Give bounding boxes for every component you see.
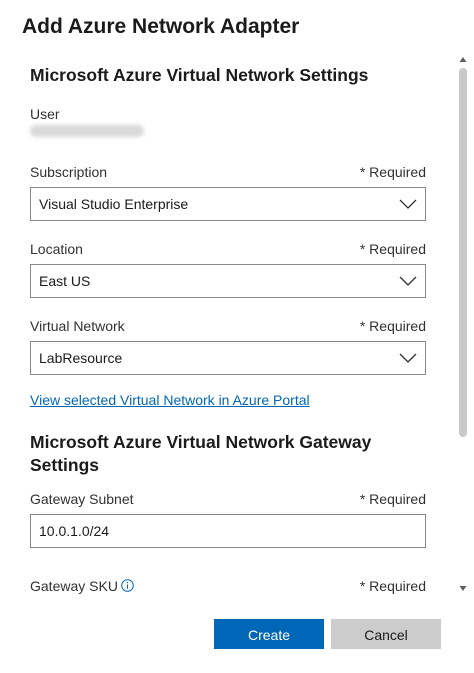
gateway-subnet-label: Gateway Subnet (30, 491, 134, 507)
gateway-sku-required: * Required (359, 578, 426, 594)
virtual-network-required: * Required (359, 318, 426, 334)
content-scrollbar[interactable] (456, 52, 470, 596)
gateway-subnet-input[interactable]: 10.0.1.0/24 (30, 514, 426, 548)
gateway-settings-heading: Microsoft Azure Virtual Network Gateway … (30, 432, 372, 475)
add-azure-network-adapter-dialog: Add Azure Network Adapter Microsoft Azur… (0, 0, 474, 673)
virtual-network-label: Virtual Network (30, 318, 125, 334)
cancel-button[interactable]: Cancel (331, 619, 441, 649)
gateway-sku-label: Gateway SKU (30, 578, 118, 594)
chevron-down-icon (399, 199, 417, 209)
virtual-network-select[interactable]: LabResource (30, 341, 426, 375)
virtual-network-value: LabResource (39, 350, 123, 366)
info-icon[interactable] (121, 579, 134, 592)
chevron-down-icon (399, 353, 417, 363)
location-value: East US (39, 273, 91, 289)
user-label: User (30, 106, 60, 122)
gateway-subnet-value: 10.0.1.0/24 (39, 523, 110, 539)
subscription-value: Visual Studio Enterprise (39, 196, 189, 212)
user-value-redacted (30, 125, 144, 137)
create-button[interactable]: Create (214, 619, 324, 649)
subscription-label: Subscription (30, 164, 108, 180)
dialog-content: Microsoft Azure Virtual Network Settings… (0, 52, 456, 596)
scroll-down-arrow-icon[interactable] (459, 584, 467, 592)
location-required: * Required (359, 241, 426, 257)
location-label: Location (30, 241, 83, 257)
subscription-required: * Required (359, 164, 426, 180)
subscription-select[interactable]: Visual Studio Enterprise (30, 187, 426, 221)
gateway-subnet-required: * Required (359, 491, 426, 507)
view-vnet-portal-link[interactable]: View selected Virtual Network in Azure P… (30, 392, 310, 408)
location-select[interactable]: East US (30, 264, 426, 298)
dialog-title: Add Azure Network Adapter (22, 15, 300, 38)
chevron-down-icon (399, 276, 417, 286)
scroll-up-arrow-icon[interactable] (459, 56, 467, 64)
scrollbar-thumb[interactable] (459, 68, 467, 437)
vnet-settings-heading: Microsoft Azure Virtual Network Settings (30, 65, 369, 85)
